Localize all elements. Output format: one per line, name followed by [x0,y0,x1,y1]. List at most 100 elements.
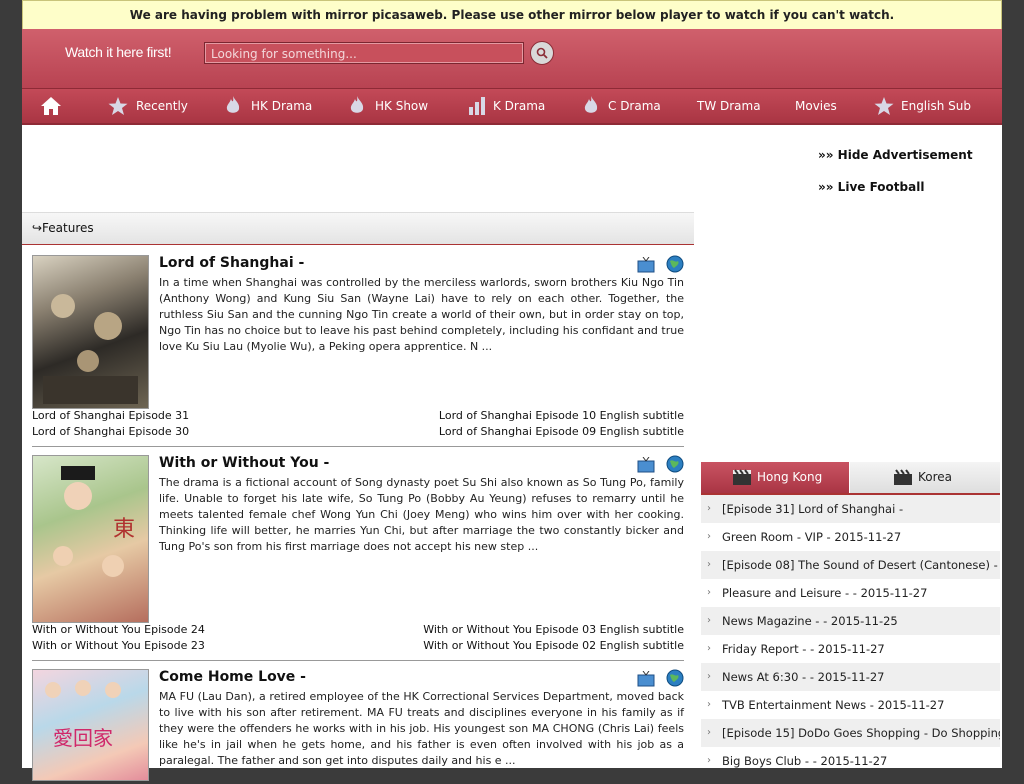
chevron-right-icon: › [707,727,711,738]
chevron-right-icon: › [707,755,711,766]
tab-hong-kong[interactable]: Hong Kong [701,462,849,493]
flame-icon [584,96,598,113]
tab-korea-label: Korea [918,470,953,484]
svg-text:東: 東 [113,517,135,542]
nav-c-drama-label: C Drama [608,99,661,113]
side-links: »» Hide Advertisement »» Live Football [818,148,973,212]
entry-icons [637,455,684,477]
list-item-label: [Episode 15] DoDo Goes Shopping - Do Sho… [722,726,1000,740]
feature-entry: 愛回家 Come Home Love - MA FU (Lau Dan), a … [32,669,684,781]
list-item[interactable]: › Friday Report - - 2015-11-27 [701,635,1000,663]
hide-advertisement-link[interactable]: »» Hide Advertisement [818,148,973,165]
entry-icons [637,669,684,691]
chevron-right-icon: › [707,699,711,710]
poster-art: 愛回家 [45,680,121,750]
entry-description: MA FU (Lau Dan), a retired employee of t… [159,690,684,767]
list-item-label: News Magazine - - 2015-11-25 [722,614,898,628]
star-icon [108,97,128,115]
episode-link[interactable]: With or Without You Episode 24 [32,623,205,636]
entry-title[interactable]: Come Home Love - [159,669,306,685]
tab-korea[interactable]: Korea [850,462,1000,493]
list-item-label: Friday Report - - 2015-11-27 [722,642,885,656]
poster-art: 東 [53,466,135,577]
poster-art [43,294,138,404]
list-item-label: Big Boys Club - - 2015-11-27 [722,754,888,768]
clapperboard-icon [733,469,751,485]
entry-title[interactable]: With or Without You - [159,455,329,471]
chevron-right-icon: › [707,559,711,570]
tab-hong-kong-label: Hong Kong [757,470,823,484]
nav-tw-drama[interactable]: TW Drama [697,89,761,123]
search-input[interactable]: Looking for something... [204,42,524,64]
globe-icon[interactable] [666,455,684,473]
entry-description: In a time when Shanghai was controlled b… [159,276,684,353]
clapperboard-icon [894,469,912,485]
episode-link[interactable]: With or Without You Episode 03 English s… [423,623,684,636]
tv-icon[interactable] [637,670,655,687]
page: We are having problem with mirror picasa… [22,0,1002,781]
flame-icon [350,96,364,113]
region-tabs: Hong Kong Korea [701,462,1000,495]
ad-area [22,124,694,212]
notice-banner: We are having problem with mirror picasa… [22,0,1002,30]
episode-link[interactable]: Lord of Shanghai Episode 30 [32,425,189,438]
list-item-label: Pleasure and Leisure - - 2015-11-27 [722,586,928,600]
features-header: ↪Features [22,212,694,245]
list-item[interactable]: › TVB Entertainment News - 2015-11-27 [701,691,1000,719]
list-item[interactable]: › [Episode 15] DoDo Goes Shopping - Do Sh… [701,719,1000,747]
chevron-right-icon: › [707,503,711,514]
nav-recently-label: Recently [136,99,188,113]
episode-link[interactable]: Lord of Shanghai Episode 10 English subt… [439,409,684,422]
chevron-right-icon: › [707,531,711,542]
chevron-right-icon: › [707,671,711,682]
nav-k-drama-label: K Drama [493,99,546,113]
latest-list: › [Episode 31] Lord of Shanghai - › Green … [701,495,1000,775]
episode-link[interactable]: Lord of Shanghai Episode 31 [32,409,189,422]
chevron-right-icon: › [707,615,711,626]
poster-image[interactable]: 東 [32,455,149,623]
svg-text:愛回家: 愛回家 [53,726,113,750]
flame-icon [226,96,240,113]
tv-icon[interactable] [637,456,655,473]
episode-link[interactable]: With or Without You Episode 23 [32,639,205,652]
star-icon [874,97,894,115]
chevron-right-icon: › [707,587,711,598]
list-item[interactable]: › Big Boys Club - - 2015-11-27 [701,747,1000,775]
globe-icon[interactable] [666,669,684,687]
feature-entry: 東 With or Without You - The drama is a f… [32,455,684,655]
list-item[interactable]: › News At 6:30 - - 2015-11-27 [701,663,1000,691]
nav-home[interactable] [40,89,64,123]
list-item-label: News At 6:30 - - 2015-11-27 [722,670,885,684]
slogan: Watch it here first! [65,44,172,60]
search-button[interactable] [530,41,554,65]
entry-title[interactable]: Lord of Shanghai - [159,255,304,271]
main-nav: Recently HK Drama HK Show K Drama C Dram… [22,88,1002,125]
nav-hk-drama-label: HK Drama [251,99,313,113]
home-icon [41,97,61,115]
list-item-label: [Episode 08] The Sound of Desert (Canton… [722,558,998,572]
feature-entry: Lord of Shanghai - In a time when Shangh… [32,255,684,443]
poster-image[interactable] [32,255,149,409]
poster-image[interactable]: 愛回家 [32,669,149,781]
list-item[interactable]: › [Episode 31] Lord of Shanghai - [701,495,1000,523]
entry-icons [637,255,684,277]
list-item[interactable]: › News Magazine - - 2015-11-25 [701,607,1000,635]
nav-english-sub-label: English Sub [901,99,971,113]
globe-icon[interactable] [666,255,684,273]
search-icon [536,47,548,59]
nav-hk-show-label: HK Show [375,99,429,113]
nav-movies[interactable]: Movies [795,89,837,123]
chevron-right-icon: › [707,643,711,654]
features-label: ↪Features [32,221,94,235]
list-item-label: [Episode 31] Lord of Shanghai - [722,502,904,516]
list-item-label: TVB Entertainment News - 2015-11-27 [722,698,945,712]
episode-link[interactable]: Lord of Shanghai Episode 09 English subt… [439,425,684,438]
live-football-link[interactable]: »» Live Football [818,180,973,197]
bar-chart-icon [469,97,485,115]
entry-description: The drama is a fictional account of Song… [159,476,684,553]
list-item[interactable]: › [Episode 08] The Sound of Desert (Canto… [701,551,1000,579]
list-item[interactable]: › Green Room - VIP - 2015-11-27 [701,523,1000,551]
list-item[interactable]: › Pleasure and Leisure - - 2015-11-27 [701,579,1000,607]
episode-link[interactable]: With or Without You Episode 02 English s… [423,639,684,652]
tv-icon[interactable] [637,256,655,273]
